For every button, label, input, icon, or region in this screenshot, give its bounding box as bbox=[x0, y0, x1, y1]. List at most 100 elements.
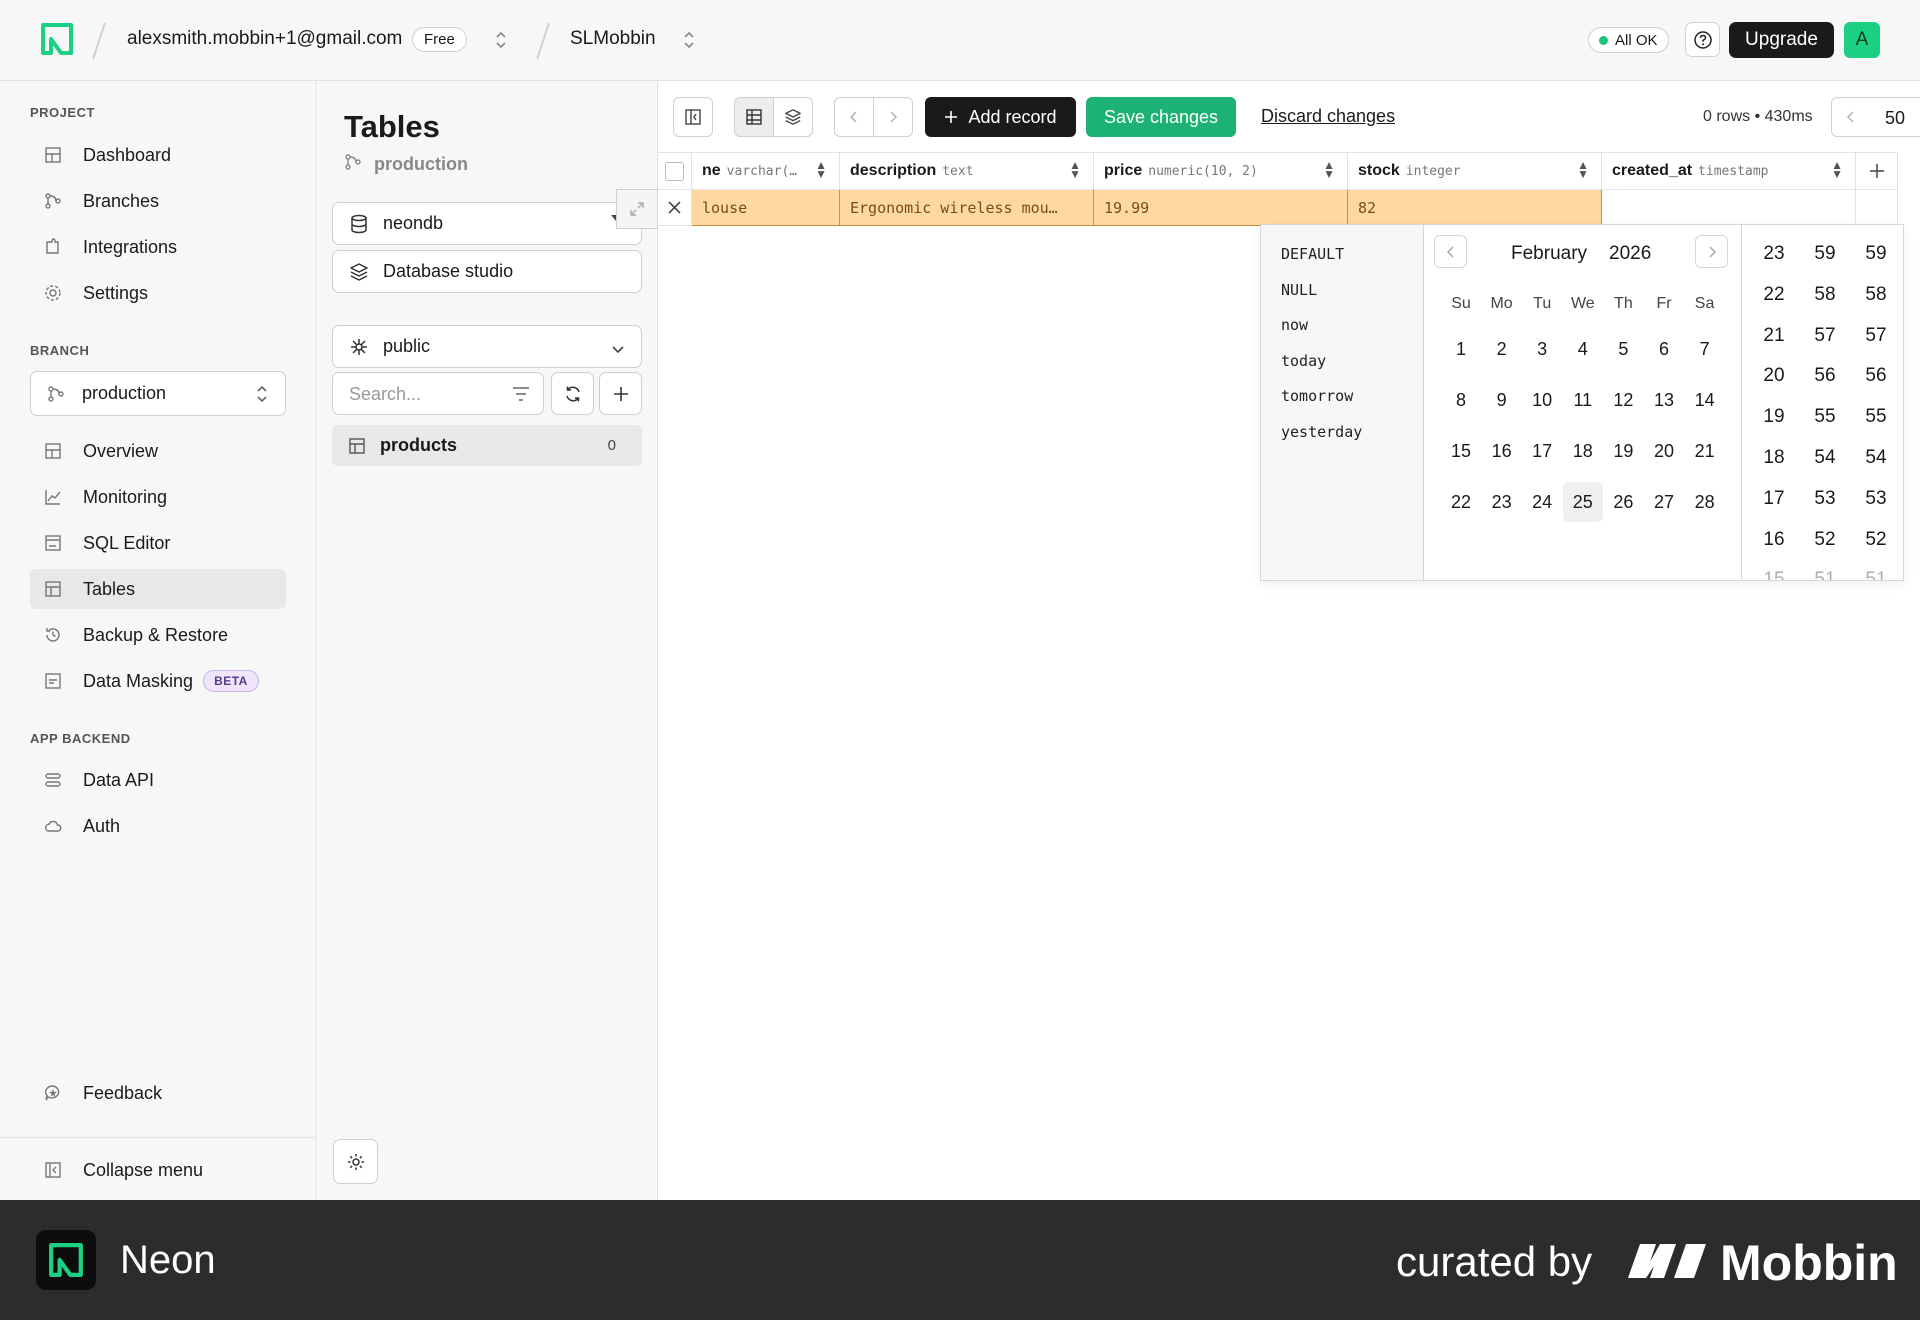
column-header-price[interactable]: price numeric(10, 2) ▲ ▼ bbox=[1094, 152, 1348, 190]
add-record-button[interactable]: Add record bbox=[925, 97, 1076, 137]
calendar-day[interactable]: 1 bbox=[1441, 329, 1481, 369]
second-option[interactable]: 51 bbox=[1856, 569, 1896, 580]
calendar-day[interactable]: 15 bbox=[1441, 431, 1481, 471]
hour-option[interactable]: 21 bbox=[1754, 325, 1794, 347]
calendar-day[interactable]: 26 bbox=[1603, 482, 1643, 522]
sidebar-item-auth[interactable]: Auth bbox=[30, 806, 286, 846]
add-table-button[interactable] bbox=[599, 372, 642, 415]
avatar[interactable]: A bbox=[1844, 22, 1880, 58]
hour-option[interactable]: 15 bbox=[1754, 569, 1794, 580]
sidebar-item-integrations[interactable]: Integrations bbox=[30, 227, 286, 267]
database-selector[interactable]: neondb bbox=[332, 202, 642, 245]
remove-row-button[interactable] bbox=[658, 190, 692, 226]
calendar-day[interactable]: 23 bbox=[1482, 482, 1522, 522]
table-cell[interactable]: 19.99 bbox=[1094, 190, 1348, 226]
minute-option[interactable]: 59 bbox=[1805, 243, 1845, 265]
status-badge[interactable]: All OK bbox=[1588, 27, 1669, 53]
sidebar-item-backup-restore[interactable]: Backup & Restore bbox=[30, 615, 286, 655]
previous-month-button[interactable] bbox=[1434, 235, 1467, 268]
neon-logo-icon[interactable] bbox=[40, 22, 74, 56]
second-option[interactable]: 53 bbox=[1856, 488, 1896, 510]
undo-button[interactable] bbox=[834, 97, 874, 137]
calendar-month[interactable]: February bbox=[1511, 243, 1587, 265]
table-cell[interactable]: 82 bbox=[1348, 190, 1602, 226]
second-option[interactable]: 58 bbox=[1856, 284, 1896, 306]
preset-today[interactable]: today bbox=[1281, 352, 1326, 370]
preset-default[interactable]: DEFAULT bbox=[1281, 245, 1344, 263]
account-switcher-icon[interactable] bbox=[494, 28, 508, 52]
hour-option[interactable]: 20 bbox=[1754, 365, 1794, 387]
grid-view-button[interactable] bbox=[734, 97, 774, 137]
calendar-day[interactable]: 10 bbox=[1522, 380, 1562, 420]
preset-yesterday[interactable]: yesterday bbox=[1281, 423, 1362, 441]
refresh-button[interactable] bbox=[551, 372, 594, 415]
redo-button[interactable] bbox=[873, 97, 913, 137]
panel-settings-button[interactable] bbox=[333, 1139, 378, 1184]
sidebar-item-branches[interactable]: Branches bbox=[30, 181, 286, 221]
sidebar-item-settings[interactable]: Settings bbox=[30, 273, 286, 313]
sidebar-item-data-api[interactable]: Data API bbox=[30, 760, 286, 800]
page-size-input[interactable]: 50 bbox=[1870, 97, 1920, 137]
minute-option[interactable]: 55 bbox=[1805, 406, 1845, 428]
sort-icon[interactable]: ▲ ▼ bbox=[1069, 159, 1081, 180]
expand-button[interactable] bbox=[616, 189, 658, 229]
feedback-button[interactable]: Feedback bbox=[30, 1073, 286, 1113]
calendar-day[interactable]: 13 bbox=[1644, 380, 1684, 420]
add-column-button[interactable] bbox=[1856, 152, 1898, 190]
sidebar-item-sql-editor[interactable]: SQL Editor bbox=[30, 523, 286, 563]
minute-option[interactable]: 52 bbox=[1805, 529, 1845, 551]
sidebar-item-monitoring[interactable]: Monitoring bbox=[30, 477, 286, 517]
previous-page-button[interactable] bbox=[1831, 97, 1871, 137]
table-item-products[interactable]: products 0 bbox=[332, 425, 642, 466]
hour-option[interactable]: 18 bbox=[1754, 447, 1794, 469]
calendar-day[interactable]: 4 bbox=[1563, 329, 1603, 369]
second-option[interactable]: 57 bbox=[1856, 325, 1896, 347]
column-header-created-at[interactable]: created_at timestamp ▲ ▼ bbox=[1602, 152, 1856, 190]
sort-icon[interactable]: ▲ ▼ bbox=[1831, 159, 1843, 180]
second-option[interactable]: 52 bbox=[1856, 529, 1896, 551]
column-header-description[interactable]: description text ▲ ▼ bbox=[840, 152, 1094, 190]
calendar-day[interactable]: 18 bbox=[1563, 431, 1603, 471]
second-option[interactable]: 55 bbox=[1856, 406, 1896, 428]
calendar-day[interactable]: 8 bbox=[1441, 380, 1481, 420]
calendar-day-selected[interactable]: 25 bbox=[1562, 482, 1603, 522]
calendar-day[interactable]: 14 bbox=[1685, 380, 1725, 420]
column-header-stock[interactable]: stock integer ▲ ▼ bbox=[1348, 152, 1602, 190]
calendar-day[interactable]: 28 bbox=[1685, 482, 1725, 522]
calendar-day[interactable]: 22 bbox=[1441, 482, 1481, 522]
save-changes-button[interactable]: Save changes bbox=[1086, 97, 1236, 137]
calendar-year[interactable]: 2026 bbox=[1609, 243, 1651, 265]
schema-selector[interactable]: public bbox=[332, 325, 642, 368]
second-option[interactable]: 56 bbox=[1856, 365, 1896, 387]
sidebar-item-overview[interactable]: Overview bbox=[30, 431, 286, 471]
select-all-checkbox[interactable] bbox=[665, 162, 684, 181]
hour-option[interactable]: 16 bbox=[1754, 529, 1794, 551]
sidebar-item-dashboard[interactable]: Dashboard bbox=[30, 135, 286, 175]
account-email[interactable]: alexsmith.mobbin+1@gmail.com bbox=[127, 28, 402, 50]
calendar-day[interactable]: 7 bbox=[1685, 329, 1725, 369]
table-cell[interactable]: Ergonomic wireless mou… bbox=[840, 190, 1094, 226]
schema-view-button[interactable] bbox=[773, 97, 813, 137]
hour-option[interactable]: 22 bbox=[1754, 284, 1794, 306]
calendar-day[interactable]: 20 bbox=[1644, 431, 1684, 471]
calendar-day[interactable]: 2 bbox=[1482, 329, 1522, 369]
sidebar-item-data-masking[interactable]: Data Masking BETA bbox=[30, 661, 286, 701]
sidebar-item-tables[interactable]: Tables bbox=[30, 569, 286, 609]
branch-selector[interactable]: production bbox=[30, 371, 286, 416]
project-switcher-icon[interactable] bbox=[682, 28, 696, 52]
hour-option[interactable]: 17 bbox=[1754, 488, 1794, 510]
sort-icon[interactable]: ▲ ▼ bbox=[1577, 159, 1589, 180]
discard-changes-button[interactable]: Discard changes bbox=[1261, 106, 1395, 127]
minute-option[interactable]: 54 bbox=[1805, 447, 1845, 469]
preset-now[interactable]: now bbox=[1281, 316, 1308, 334]
minute-option[interactable]: 51 bbox=[1805, 569, 1845, 580]
table-cell[interactable]: louse bbox=[692, 190, 840, 226]
next-month-button[interactable] bbox=[1695, 235, 1728, 268]
calendar-day[interactable]: 6 bbox=[1644, 329, 1684, 369]
minute-option[interactable]: 53 bbox=[1805, 488, 1845, 510]
upgrade-button[interactable]: Upgrade bbox=[1729, 22, 1834, 58]
table-cell-created-at[interactable] bbox=[1602, 190, 1856, 226]
calendar-day[interactable]: 24 bbox=[1522, 482, 1562, 522]
second-option[interactable]: 54 bbox=[1856, 447, 1896, 469]
sort-icon[interactable]: ▲ ▼ bbox=[815, 159, 827, 180]
